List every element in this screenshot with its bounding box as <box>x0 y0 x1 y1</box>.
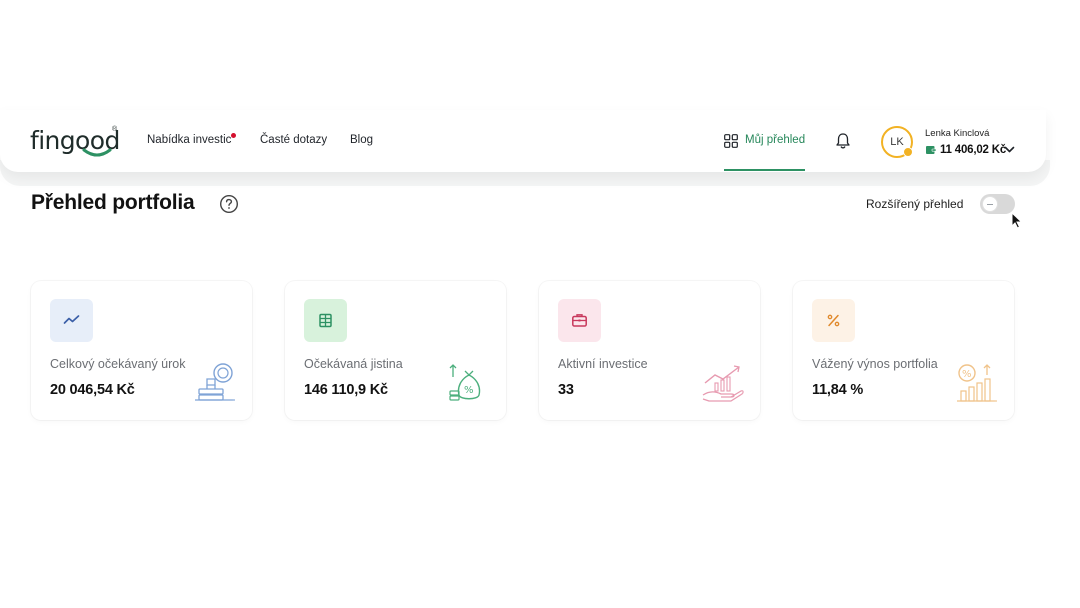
nav-blog[interactable]: Blog <box>350 134 373 146</box>
card-expected-principal: Očekávaná jistina 146 110,9 Kč % <box>285 281 506 420</box>
user-name: Lenka Kinclová <box>925 128 990 139</box>
percent-icon <box>827 314 840 327</box>
yield-chart-icon: % <box>957 364 997 402</box>
page-title: Přehled portfolia <box>31 191 195 214</box>
dashboard-icon <box>724 134 738 148</box>
account-balance[interactable]: 11 406,02 Kč <box>940 144 1006 156</box>
banknotes-icon <box>319 313 332 328</box>
nav-investment-offer[interactable]: Nabídka investic <box>147 134 231 146</box>
card-label: Očekávaná jistina <box>304 357 403 371</box>
my-overview-label: Můj přehled <box>745 134 806 146</box>
svg-text:%: % <box>962 369 972 380</box>
card-expected-interest: Celkový očekávaný úrok 20 046,54 Kč <box>31 281 252 420</box>
card-value: 33 <box>558 382 574 398</box>
card-fade <box>994 281 1014 420</box>
trend-line-icon <box>63 315 80 324</box>
notification-dot <box>231 133 236 138</box>
mouse-cursor-icon <box>1011 212 1023 229</box>
logo-registered-mark: ® <box>112 126 118 133</box>
toggle-knob <box>982 196 998 212</box>
my-overview-link[interactable]: Můj přehled <box>724 132 808 152</box>
card-fade <box>232 281 252 420</box>
wallet-icon <box>926 146 936 154</box>
verified-badge-icon <box>903 147 913 157</box>
extended-view-label: Rozšířený přehled <box>866 197 964 211</box>
card-weighted-yield: Vážený výnos portfolia 11,84 % % <box>793 281 1014 420</box>
bell-icon[interactable] <box>835 132 851 150</box>
logo-smile-icon <box>82 148 112 157</box>
card-fade <box>486 281 506 420</box>
card-label: Vážený výnos portfolia <box>812 357 938 371</box>
card-label: Celkový očekávaný úrok <box>50 357 186 371</box>
card-fade <box>740 281 760 420</box>
card-icon-bg <box>304 299 347 342</box>
active-tab-underline <box>724 169 805 171</box>
help-icon[interactable] <box>219 194 239 214</box>
card-value: 146 110,9 Kč <box>304 382 388 398</box>
money-bag-icon: % <box>449 364 481 401</box>
fingood-logo[interactable]: fingood ® <box>30 126 120 157</box>
svg-text:%: % <box>464 385 474 396</box>
growth-hand-icon <box>702 365 744 402</box>
card-active-investments: Aktivní investice 33 <box>539 281 760 420</box>
card-value: 11,84 % <box>812 382 864 398</box>
card-value: 20 046,54 Kč <box>50 382 135 398</box>
briefcase-icon <box>572 314 587 327</box>
card-icon-bg <box>50 299 93 342</box>
chevron-down-icon[interactable] <box>1004 146 1015 154</box>
nav-faq[interactable]: Časté dotazy <box>260 134 327 146</box>
card-icon-bg <box>812 299 855 342</box>
card-label: Aktivní investice <box>558 357 648 371</box>
coins-stack-icon <box>195 363 235 401</box>
card-icon-bg <box>558 299 601 342</box>
